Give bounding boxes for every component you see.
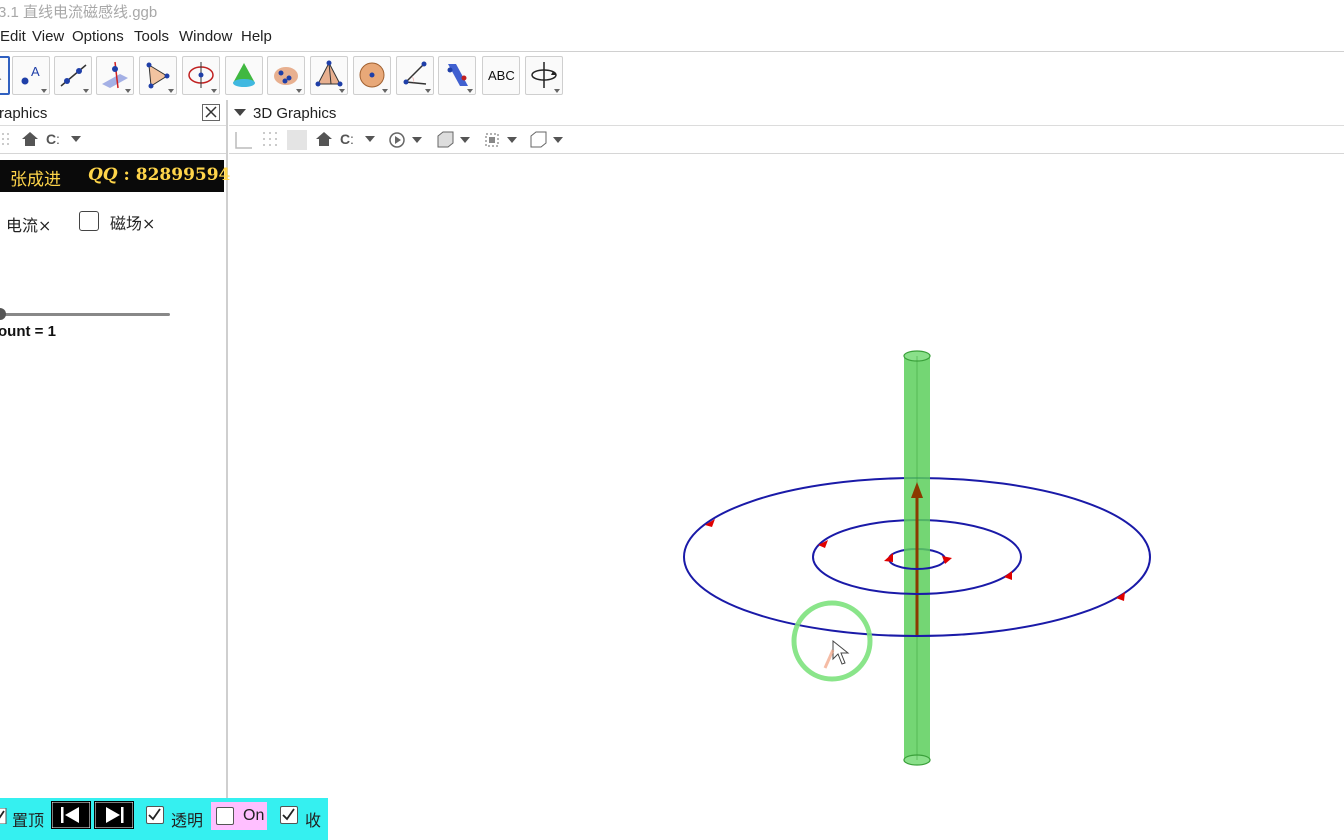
mouse-pointer-icon: [832, 639, 850, 665]
window-title: 3.1 直线电流磁感线.ggb: [0, 4, 158, 21]
svg-text:A: A: [31, 64, 40, 79]
collapse-label: 收: [305, 811, 322, 830]
angle-tool-icon: [403, 61, 427, 85]
graphics-panel-header: raphics: [0, 101, 226, 126]
checkmark-icon: [148, 808, 161, 821]
polygon-tool-button[interactable]: [139, 56, 177, 95]
home-icon[interactable]: [21, 131, 39, 147]
reflect-tool-button[interactable]: [438, 56, 476, 95]
move-tool-icon: [0, 78, 2, 80]
cone-tool-icon: [233, 63, 255, 87]
menu-window[interactable]: Window: [179, 28, 232, 45]
panel-divider[interactable]: [226, 100, 228, 840]
polygon-tool-icon: [146, 62, 170, 89]
text-tool-label: ABC: [488, 68, 515, 83]
transparent-label: 透明: [171, 811, 204, 830]
magnetic-field-label[interactable]: 磁场×: [110, 210, 155, 234]
rotate-view-icon[interactable]: [387, 130, 427, 150]
title-bar: 3.1 直线电流磁感线.ggb: [0, 0, 1344, 24]
menu-edit[interactable]: Edit: [0, 28, 26, 45]
rotate-view-tool-button[interactable]: [525, 56, 563, 95]
3d-graphics-canvas[interactable]: [229, 154, 1344, 840]
projection-icon[interactable]: [528, 130, 568, 150]
intersect-tool-icon: [274, 67, 298, 85]
pin-label: 置顶: [12, 811, 45, 830]
move-tool-button[interactable]: [0, 56, 10, 95]
point-capture-icon[interactable]: C:: [46, 132, 86, 146]
pyramid-tool-icon: [315, 60, 343, 87]
prev-step-button[interactable]: [51, 801, 91, 829]
text-tool-button[interactable]: ABC: [482, 56, 520, 95]
on-toggle-area[interactable]: On: [211, 802, 267, 830]
line-tool-icon: [60, 64, 87, 87]
plane-toggle-button[interactable]: [287, 130, 307, 150]
circle-tool-icon: [188, 62, 214, 88]
graphics-panel-title: raphics: [0, 105, 48, 122]
svg-text:C: C: [46, 132, 56, 146]
on-label: On: [243, 807, 265, 824]
on-checkbox[interactable]: [216, 807, 234, 825]
bottom-control-bar: 置顶 透明 On 收: [0, 798, 328, 840]
svg-text::: :: [56, 132, 60, 146]
author-banner: 张成进 QQ : 82899594: [0, 160, 230, 192]
menu-bar: Edit View Options Tools Window Help: [0, 24, 1344, 50]
count-slider-track[interactable]: [0, 313, 170, 316]
next-step-button[interactable]: [94, 801, 134, 829]
pyramid-tool-button[interactable]: [310, 56, 348, 95]
transparent-checkbox[interactable]: [146, 806, 164, 824]
qq-number: 82899594: [135, 165, 231, 185]
author-name: 张成进: [10, 170, 61, 190]
sphere-tool-button[interactable]: [353, 56, 391, 95]
grid-icon[interactable]: [261, 130, 281, 150]
graphics-style-bar: C:: [0, 126, 226, 154]
clipping-box-icon[interactable]: [435, 130, 475, 150]
skip-forward-icon: [94, 801, 134, 829]
skip-back-icon: [51, 801, 91, 829]
rotate-view-tool-icon: [531, 62, 557, 88]
collapse-checkbox[interactable]: [280, 806, 298, 824]
show-box-icon[interactable]: [482, 130, 522, 150]
home-icon[interactable]: [315, 131, 333, 147]
3d-style-bar: C:: [229, 126, 1344, 154]
count-slider-label: ount = 1: [0, 323, 56, 340]
chevron-down-icon[interactable]: [234, 109, 246, 117]
svg-text:C: C: [340, 132, 350, 146]
svg-text::: :: [350, 132, 354, 146]
checkbox-pin-partial[interactable]: [0, 808, 8, 824]
menu-help[interactable]: Help: [241, 28, 272, 45]
close-icon: [205, 106, 217, 118]
axes-toggle-icon[interactable]: [234, 130, 254, 150]
circle-tool-button[interactable]: [182, 56, 220, 95]
menu-options[interactable]: Options: [72, 28, 124, 45]
point-tool-icon: A: [21, 64, 40, 85]
cone-tool-button[interactable]: [225, 56, 263, 95]
angle-tool-button[interactable]: [396, 56, 434, 95]
magnetic-field-checkbox[interactable]: [79, 211, 99, 231]
menu-tools[interactable]: Tools: [134, 28, 169, 45]
field-direction-marker: [884, 553, 893, 562]
point-tool-button[interactable]: A: [12, 56, 50, 95]
checkmark-icon: [282, 808, 295, 821]
close-panel-button[interactable]: [202, 104, 220, 121]
qq-contact: QQ : 82899594: [88, 165, 230, 185]
sphere-tool-icon: [359, 62, 385, 88]
current-checkbox-label[interactable]: 电流×: [6, 212, 51, 236]
count-slider-knob[interactable]: [0, 308, 6, 320]
qq-separator: :: [117, 165, 136, 185]
intersect-tool-button[interactable]: [267, 56, 305, 95]
toolbar: A ABC: [0, 51, 1344, 101]
qq-prefix: QQ: [88, 165, 118, 185]
menu-view[interactable]: View: [32, 28, 64, 45]
grid-icon[interactable]: [0, 131, 14, 147]
perpendicular-tool-icon: [102, 61, 128, 89]
line-tool-button[interactable]: [54, 56, 92, 95]
perpendicular-tool-button[interactable]: [96, 56, 134, 95]
cursor-highlight: [791, 600, 873, 682]
3d-panel-title: 3D Graphics: [253, 105, 337, 122]
reflect-tool-icon: [447, 64, 468, 86]
3d-panel-header: 3D Graphics: [229, 101, 1344, 126]
point-capture-icon[interactable]: C:: [340, 132, 380, 146]
